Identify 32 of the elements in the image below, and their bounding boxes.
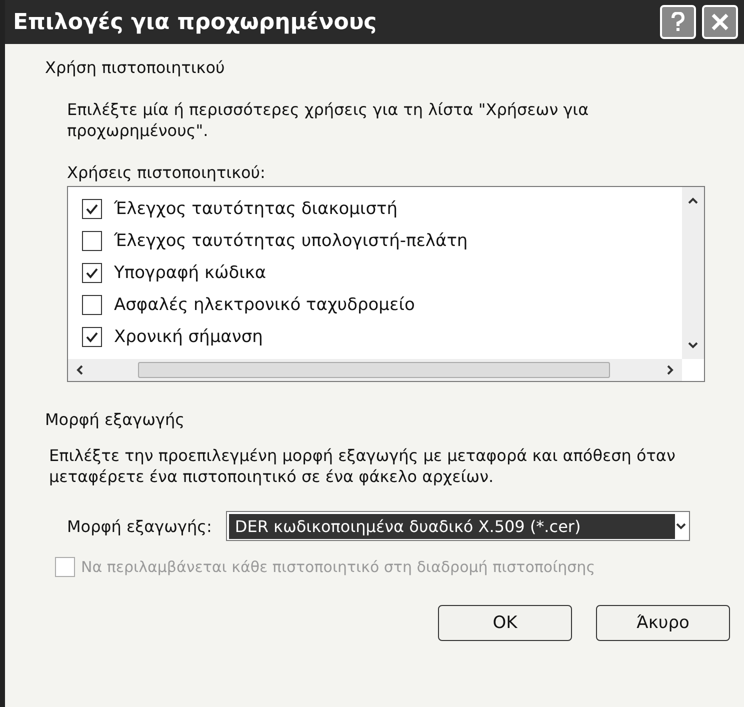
checkbox[interactable]: [82, 199, 102, 219]
vertical-scrollbar[interactable]: [682, 187, 704, 359]
close-button[interactable]: [702, 5, 738, 39]
checkbox[interactable]: [82, 231, 102, 251]
checkbox[interactable]: [82, 327, 102, 347]
usage-label: Ασφαλές ηλεκτρονικό ταχυδρομείο: [114, 295, 415, 315]
format-dropdown[interactable]: DER κωδικοποιημένα δυαδικό X.509 (*.cer): [226, 511, 690, 541]
usage-label: Υπογραφή κώδικα: [114, 263, 266, 283]
check-icon: [85, 202, 99, 216]
list-label: Χρήσεις πιστοποιητικού:: [67, 163, 266, 182]
ok-button[interactable]: OK: [438, 605, 572, 641]
usage-label: Χρονική σήμανση: [114, 327, 263, 347]
usage-label: Έλεγχος ταυτότητας υπολογιστή-πελάτη: [114, 231, 468, 251]
check-icon: [85, 330, 99, 344]
horizontal-scrollbar[interactable]: [68, 359, 682, 381]
cancel-button[interactable]: Άκυρο: [596, 605, 730, 641]
check-icon: [85, 266, 99, 280]
close-icon: [711, 13, 729, 31]
section-heading: Χρήση πιστοποιητικού: [45, 58, 226, 77]
scroll-thumb[interactable]: [138, 362, 610, 378]
usage-label: Έλεγχος ταυτότητας διακομιστή: [114, 199, 398, 219]
section-heading: Μορφή εξαγωγής: [45, 410, 186, 429]
usage-description: Επιλέξτε μία ή περισσότερες χρήσεις για τη λίστα "Χρήσεων για προχωρημένους".: [67, 99, 590, 141]
window-title: Επιλογές για προχωρημένους: [13, 10, 378, 34]
checkbox[interactable]: [82, 263, 102, 283]
export-description: Επιλέξτε την προεπιλεγμένη μορφή εξαγωγής με μεταφορά και απόθεση όταν μεταφέρετε ένα πιστοποιητικό σε ένα φάκελο αρχείων.: [49, 445, 676, 487]
format-value: DER κωδικοποιημένα δυαδικό X.509 (*.cer): [228, 514, 675, 538]
include-chain-label: Να περιλαμβάνεται κάθε πιστοποιητικό στη διαδρομή πιστοποίησης: [81, 558, 595, 576]
help-button[interactable]: [660, 5, 696, 39]
format-label: Μορφή εξαγωγής:: [67, 516, 212, 536]
help-icon: [670, 12, 686, 32]
checkbox[interactable]: [82, 295, 102, 315]
